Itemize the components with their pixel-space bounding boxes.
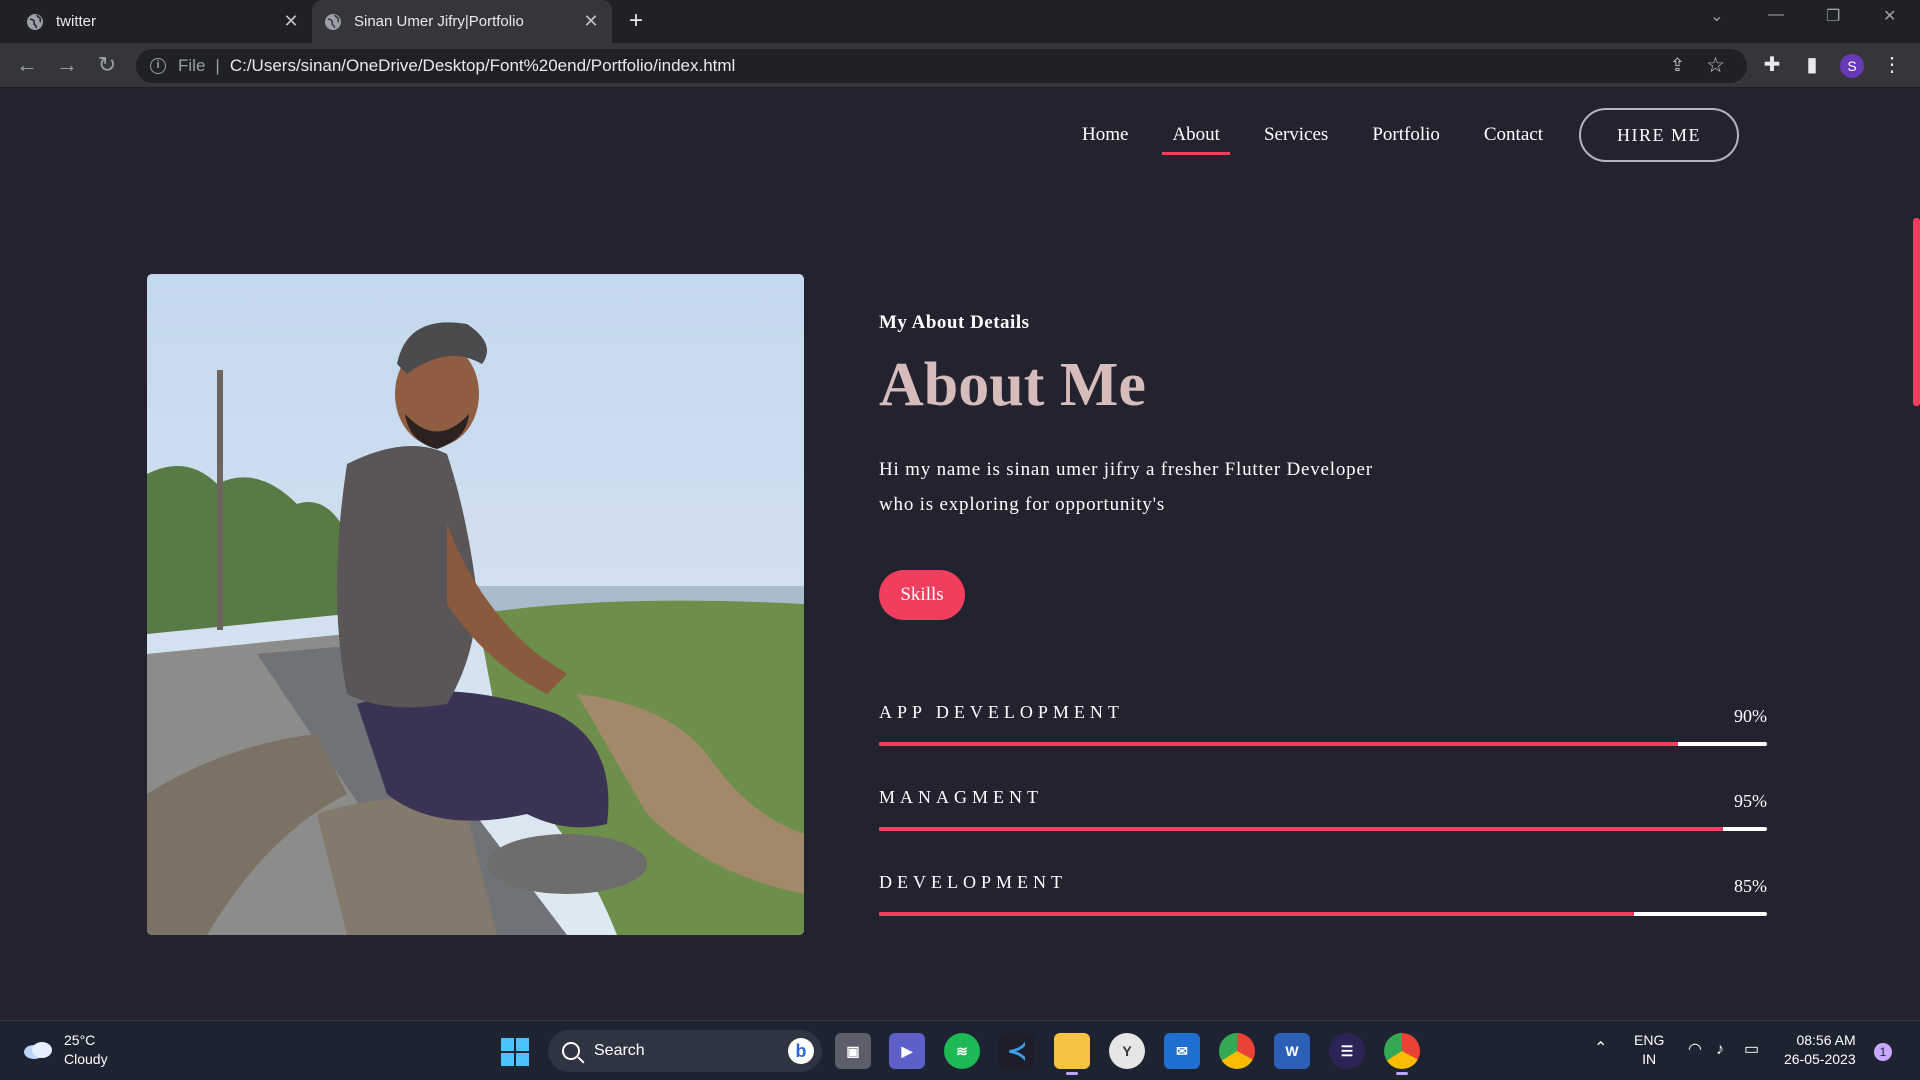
wifi-icon[interactable]: ◠ (1688, 1040, 1702, 1059)
tab-title: Sinan Umer Jifry|Portfolio (354, 13, 524, 30)
profile-avatar[interactable]: S (1840, 54, 1864, 78)
nav-home[interactable]: Home (1082, 124, 1128, 155)
url-text[interactable]: C:/Users/sinan/OneDrive/Desktop/Font%20e… (230, 56, 736, 76)
about-bio: Hi my name is sinan umer jifry a fresher… (879, 452, 1479, 522)
tab-search-icon[interactable]: ⌄ (1710, 6, 1723, 26)
skill-development: DEVELOPMENT 85% (879, 872, 1767, 942)
restore-button[interactable]: ❐ (1826, 6, 1840, 26)
skill-percent: 90% (1734, 706, 1767, 726)
side-panel-icon[interactable]: ▮ (1800, 53, 1824, 77)
bio-line: Hi my name is sinan umer jifry a fresher… (879, 459, 1373, 480)
skill-progress-track (879, 827, 1767, 831)
reload-button[interactable]: ↻ (94, 52, 120, 78)
chrome-icon[interactable] (1219, 1033, 1255, 1069)
windows-taskbar: 25°C Cloudy Search b ▣ ▶ ≋ ≺ Y ✉ W ☰ ⌃ E… (0, 1020, 1920, 1080)
skill-app-development: APP DEVELOPMENT 90% (879, 702, 1767, 772)
info-icon[interactable]: i (150, 58, 166, 74)
search-placeholder: Search (594, 1042, 645, 1059)
extensions-icon[interactable]: ✚ (1760, 53, 1784, 77)
search-icon (562, 1042, 580, 1060)
menu-kebab-icon[interactable]: ⋮ (1880, 53, 1904, 77)
scheme-label: File (178, 56, 206, 75)
close-window-button[interactable]: ✕ (1883, 6, 1896, 26)
skill-name: DEVELOPMENT (879, 872, 1067, 892)
nav-services[interactable]: Services (1264, 124, 1328, 155)
back-button[interactable]: ← (14, 52, 40, 78)
volume-icon[interactable]: ♪ (1716, 1040, 1724, 1059)
tab-portfolio[interactable]: Sinan Umer Jifry|Portfolio ✕ (312, 0, 612, 43)
skill-managment: MANAGMENT 95% (879, 787, 1767, 857)
address-bar[interactable]: i File | C:/Users/sinan/OneDrive/Desktop… (136, 49, 1747, 83)
language-indicator[interactable]: ENG IN (1634, 1031, 1664, 1069)
weather-temp: 25°C (64, 1032, 96, 1048)
scroll-indicator[interactable] (1913, 218, 1920, 406)
chrome-profile-icon[interactable] (1384, 1033, 1420, 1075)
skill-percent: 95% (1734, 791, 1767, 811)
tab-title: twitter (56, 13, 97, 30)
skill-name: MANAGMENT (879, 787, 1043, 807)
minimize-button[interactable]: — (1768, 6, 1784, 24)
close-tab-icon[interactable]: ✕ (280, 10, 302, 32)
task-view-icon[interactable]: ▣ (835, 1033, 871, 1069)
teams-chat-icon[interactable]: ▶ (889, 1033, 925, 1069)
portfolio-page: Home About Services Portfolio Contact HI… (0, 88, 1920, 1020)
clock[interactable]: 08:56 AM 26-05-2023 (1784, 1031, 1856, 1069)
site-nav: Home About Services Portfolio Contact HI… (1060, 108, 1739, 162)
notification-badge[interactable]: 1 (1874, 1043, 1892, 1061)
file-explorer-icon[interactable] (1054, 1033, 1090, 1075)
about-subtitle: My About Details (879, 312, 1030, 333)
chevron-up-icon[interactable]: ⌃ (1594, 1039, 1607, 1058)
skill-progress-track (879, 742, 1767, 746)
nav-portfolio[interactable]: Portfolio (1372, 124, 1440, 155)
globe-icon (27, 13, 43, 30)
nav-about[interactable]: About (1162, 124, 1230, 155)
globe-icon (325, 13, 341, 30)
mail-icon[interactable]: ✉ (1164, 1033, 1200, 1069)
weather-widget[interactable]: 25°C Cloudy (22, 1031, 108, 1069)
clock-date: 26-05-2023 (1784, 1051, 1856, 1067)
browser-toolbar: ← → ↻ i File | C:/Users/sinan/OneDrive/D… (0, 43, 1920, 88)
clock-time: 08:56 AM (1796, 1032, 1856, 1048)
about-heading: About Me (879, 351, 1146, 419)
tab-twitter[interactable]: twitter ✕ (0, 0, 312, 43)
forward-button[interactable]: → (54, 52, 80, 78)
skill-progress-track (879, 912, 1767, 916)
nav-contact[interactable]: Contact (1484, 124, 1543, 155)
word-icon[interactable]: W (1274, 1033, 1310, 1069)
taskbar-search[interactable]: Search b (548, 1030, 822, 1072)
profile-photo (147, 274, 804, 935)
divider: | (215, 56, 220, 75)
spotify-icon[interactable]: ≋ (944, 1033, 980, 1069)
skill-name: APP DEVELOPMENT (879, 702, 1124, 722)
clock-app-icon[interactable]: Y (1109, 1033, 1145, 1069)
skill-progress-fill (879, 742, 1679, 746)
share-icon[interactable]: ⇪ (1670, 55, 1685, 76)
battery-icon[interactable]: ▭ (1744, 1040, 1759, 1059)
language-line: ENG (1634, 1032, 1665, 1048)
skill-percent: 85% (1734, 876, 1767, 896)
windows-start-icon[interactable] (500, 1037, 530, 1067)
skills-button[interactable]: Skills (879, 570, 965, 620)
bookmark-star-icon[interactable]: ☆ (1706, 53, 1725, 78)
close-tab-icon[interactable]: ✕ (580, 10, 602, 32)
vscode-icon[interactable]: ≺ (999, 1033, 1035, 1069)
eclipse-icon[interactable]: ☰ (1329, 1033, 1365, 1069)
bing-icon[interactable]: b (788, 1038, 814, 1064)
cloud-icon (24, 1042, 52, 1059)
language-line: IN (1642, 1051, 1657, 1067)
browser-tab-bar: twitter ✕ Sinan Umer Jifry|Portfolio ✕ +… (0, 0, 1920, 43)
bio-line: who is exploring for opportunity's (879, 494, 1166, 515)
weather-condition: Cloudy (64, 1051, 108, 1067)
new-tab-button[interactable]: + (624, 9, 648, 33)
skill-progress-fill (879, 912, 1634, 916)
hire-me-button[interactable]: HIRE ME (1578, 108, 1739, 162)
skill-progress-fill (879, 827, 1723, 831)
